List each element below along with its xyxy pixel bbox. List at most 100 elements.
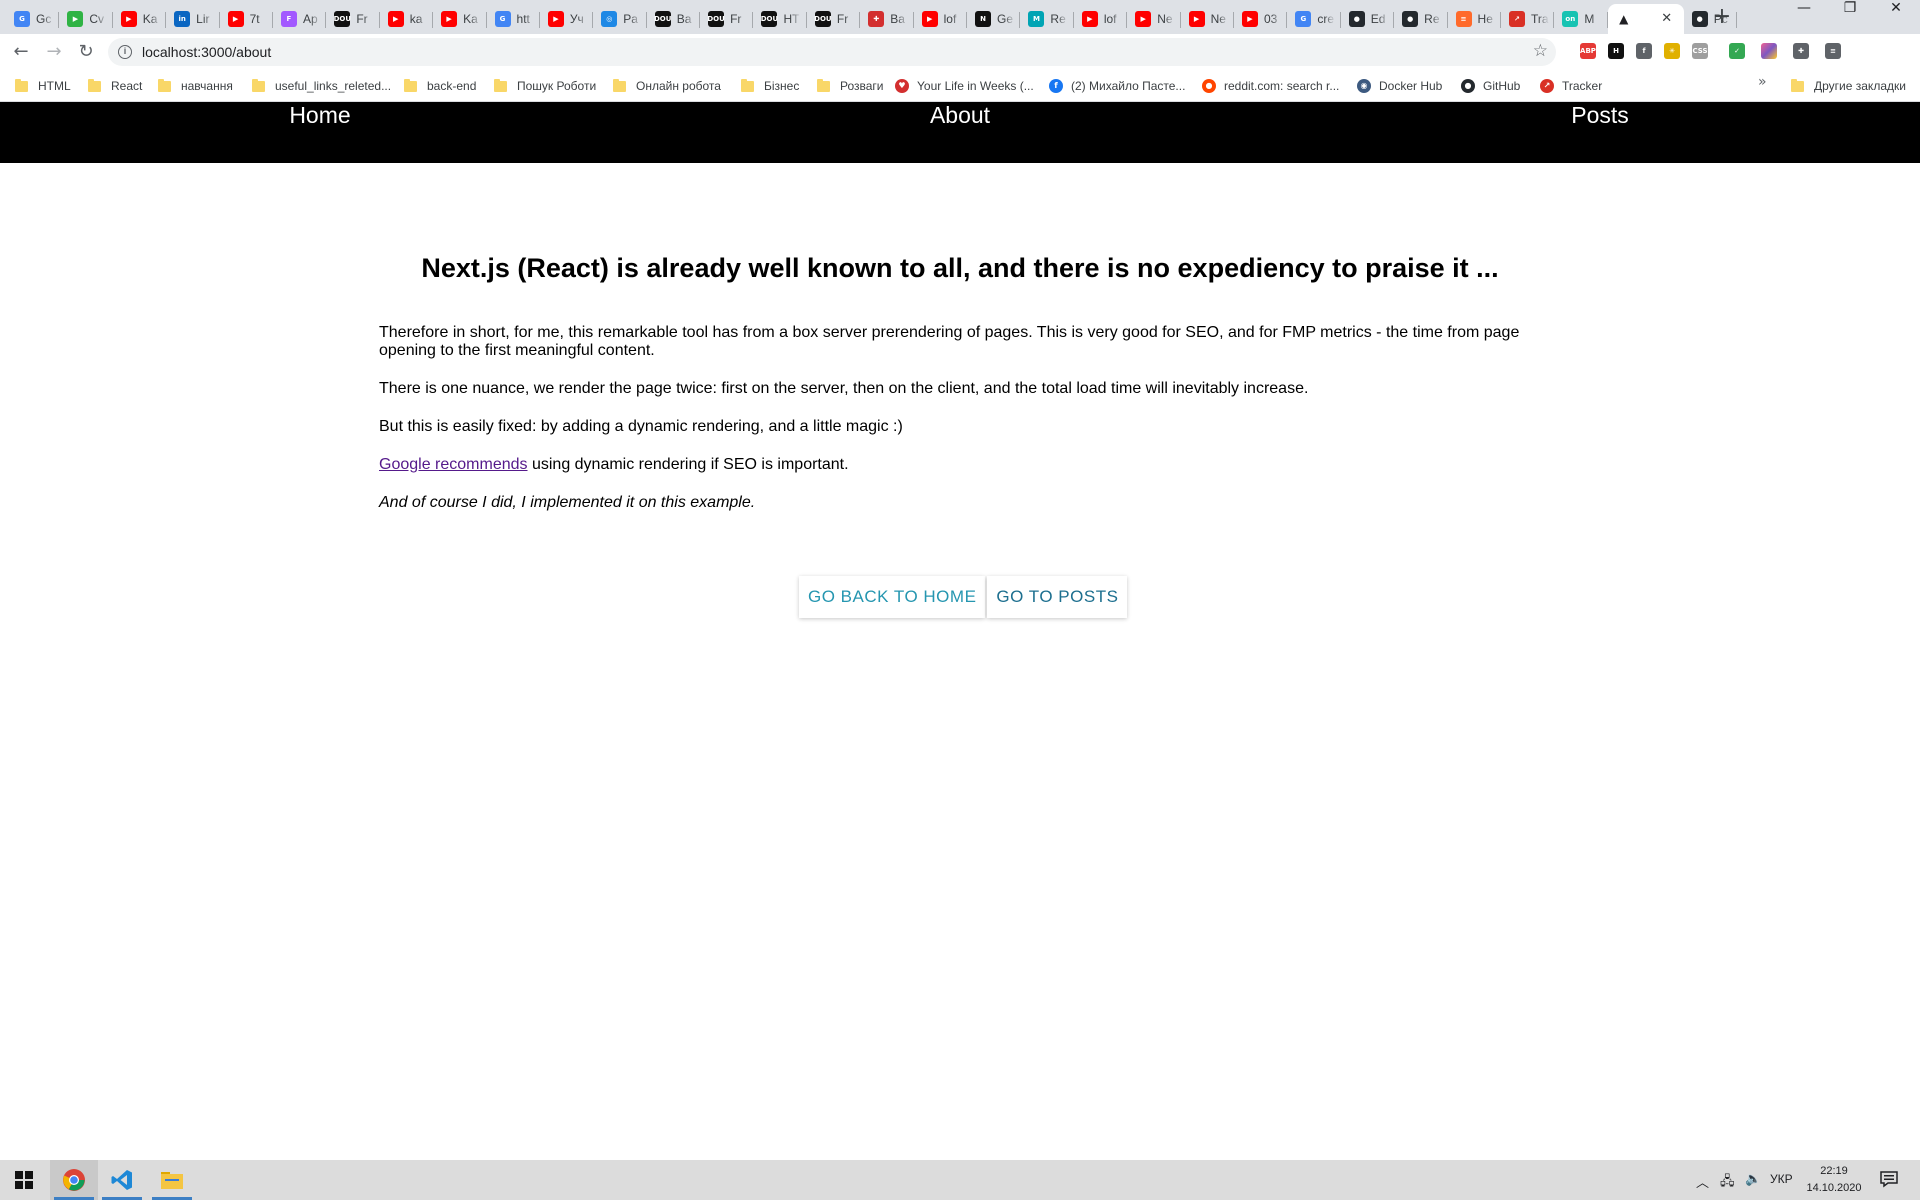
taskbar-clock[interactable]: 22:19 14.10.2020 xyxy=(1806,1163,1862,1197)
gradient-ext-icon[interactable] xyxy=(1761,43,1777,59)
nav-home-link[interactable]: Home xyxy=(0,102,640,163)
facebook-ext-icon[interactable]: f xyxy=(1636,43,1652,59)
tab-title: Уч xyxy=(569,12,584,26)
colorzilla-icon[interactable]: ✳ xyxy=(1664,43,1680,59)
address-bar[interactable]: i localhost:3000/about ☆ xyxy=(108,38,1556,66)
bookmark-item[interactable]: back-end xyxy=(404,77,476,95)
browser-tab[interactable]: ● Re xyxy=(1394,4,1448,34)
volume-icon[interactable]: 🔈 xyxy=(1745,1172,1761,1187)
bookmark-item[interactable]: React xyxy=(88,77,142,95)
new-tab-button[interactable]: + xyxy=(1708,4,1736,32)
bookmark-label: React xyxy=(111,79,143,93)
language-indicator[interactable]: УКР xyxy=(1770,1172,1793,1186)
browser-tab[interactable]: ▶ 7t xyxy=(220,4,273,34)
taskbar-vscode[interactable] xyxy=(98,1160,146,1200)
browser-tab[interactable]: G Gc xyxy=(6,4,60,34)
browser-tab[interactable]: ▶ ka xyxy=(380,4,434,34)
google-recommends-link[interactable]: Google recommends xyxy=(379,456,528,473)
go-back-home-button[interactable]: GO BACK TO HOME xyxy=(799,576,986,618)
taskbar-chrome[interactable] xyxy=(50,1160,98,1200)
bookmark-item[interactable]: ↗ Tracker xyxy=(1540,77,1602,95)
minimize-window-button[interactable]: — xyxy=(1781,0,1827,30)
forward-button[interactable]: → xyxy=(40,38,68,66)
bookmark-item[interactable]: Бізнес xyxy=(741,77,799,95)
shield-ext-icon[interactable]: ✓ xyxy=(1729,43,1745,59)
back-button[interactable]: ← xyxy=(7,38,35,66)
browser-tab[interactable]: M Re xyxy=(1020,4,1074,34)
folder-icon xyxy=(161,1172,183,1189)
go-to-posts-button[interactable]: GO TO POSTS xyxy=(987,576,1128,618)
reading-list-icon[interactable]: ≡ xyxy=(1825,43,1841,59)
taskbar-file-explorer[interactable] xyxy=(148,1160,196,1200)
browser-tab[interactable]: ▲ ✕ xyxy=(1607,4,1684,34)
tab-title: Fr xyxy=(356,12,368,26)
tab-title: Cv xyxy=(89,12,105,26)
windows-start-button[interactable] xyxy=(0,1160,48,1200)
network-icon[interactable]: 🖧 xyxy=(1720,1172,1735,1194)
bookmark-star-icon[interactable]: ☆ xyxy=(1533,41,1548,61)
bookmark-item[interactable]: ◉ Docker Hub xyxy=(1357,77,1442,95)
tab-title: Ba xyxy=(676,12,692,26)
paragraph-fix: But this is easily fixed: by adding a dy… xyxy=(379,418,903,435)
bookmark-item[interactable]: Онлайн робота xyxy=(613,77,721,95)
browser-tab[interactable]: ◎ Pa xyxy=(593,4,647,34)
action-center-icon xyxy=(1880,1171,1898,1188)
bookmark-item[interactable]: ♥ Your Life in Weeks (... xyxy=(895,77,1034,95)
site-info-icon[interactable]: i xyxy=(118,45,132,59)
browser-tab[interactable]: DOU Ba xyxy=(647,4,701,34)
bookmark-item[interactable]: ● GitHub xyxy=(1461,77,1520,95)
browser-tab[interactable]: ▶ Ka xyxy=(433,4,487,34)
tab-title: HT xyxy=(783,12,800,26)
browser-tab[interactable]: DOU Fr xyxy=(326,4,380,34)
tab-title: Lir xyxy=(196,12,210,26)
bookmark-item[interactable]: Пошук Роботи xyxy=(494,77,596,95)
browser-tab[interactable]: ▶ lof xyxy=(1074,4,1128,34)
browser-tab[interactable]: ● Ed xyxy=(1341,4,1395,34)
tab-list: G Gc ▶ Cv ▶ Ka in Lir ▶ 7t F Ap DOU Fr ▶ ka ▶ Ka Ghtt ▶ Уч ◎ P… xyxy=(6,4,1738,34)
browser-tab[interactable]: ▶ Cv xyxy=(59,4,113,34)
browser-tab[interactable]: F Ap xyxy=(273,4,327,34)
h-extension-icon[interactable]: H xyxy=(1608,43,1624,59)
tab-favicon-icon: ▶ xyxy=(1241,11,1258,27)
close-tab-icon[interactable]: ✕ xyxy=(1658,10,1676,28)
browser-tab[interactable]: ▶ Ka xyxy=(113,4,167,34)
browser-tab[interactable]: ✚ Ba xyxy=(860,4,914,34)
bookmark-item[interactable]: useful_links_releted... xyxy=(252,77,391,95)
browser-tab[interactable]: in Lir xyxy=(166,4,220,34)
grey-ext-icon[interactable]: CSS xyxy=(1692,43,1708,59)
bookmark-item[interactable]: HTML xyxy=(15,77,71,95)
nav-posts-link[interactable]: Posts xyxy=(1280,102,1920,163)
bookmark-item[interactable]: навчання xyxy=(158,77,233,95)
bookmark-item[interactable]: ● reddit.com: search r... xyxy=(1202,77,1339,95)
notifications-icon[interactable] xyxy=(1880,1170,1898,1192)
browser-tab[interactable]: DOU Fr xyxy=(700,4,754,34)
show-hidden-icons[interactable]: ︿ xyxy=(1696,1172,1709,1191)
browser-tab[interactable]: N Ge xyxy=(967,4,1021,34)
bookmark-favicon-icon: ♥ xyxy=(895,79,909,93)
action-buttons: GO BACK TO HOME GO TO POSTS xyxy=(799,576,1128,618)
bookmarks-overflow-icon[interactable]: » xyxy=(1758,74,1767,90)
other-bookmarks-folder[interactable]: Другие закладки xyxy=(1791,77,1906,95)
browser-tab[interactable]: ▶ Ne xyxy=(1181,4,1234,34)
bookmark-item[interactable]: Розваги xyxy=(817,77,884,95)
browser-tab[interactable]: DOU HT xyxy=(753,4,807,34)
browser-tab[interactable]: ≡ He xyxy=(1448,4,1501,34)
browser-tab[interactable]: on M xyxy=(1554,4,1608,34)
browser-tab[interactable]: Gcre xyxy=(1287,4,1341,34)
restore-window-button[interactable]: ❐ xyxy=(1827,0,1873,30)
address-url[interactable]: localhost:3000/about xyxy=(142,44,271,60)
browser-tab[interactable]: ↗ Tra xyxy=(1501,4,1555,34)
bookmark-item[interactable]: f (2) Михайло Пасте... xyxy=(1049,77,1185,95)
tab-favicon-icon: ◎ xyxy=(601,11,618,27)
reload-button[interactable]: ↻ xyxy=(72,38,100,66)
browser-tab[interactable]: ▶ Ne xyxy=(1127,4,1181,34)
nav-about-link[interactable]: About xyxy=(640,102,1280,163)
adblock-icon[interactable]: ABP xyxy=(1580,43,1596,59)
browser-tab[interactable]: ▶ 03 xyxy=(1234,4,1288,34)
browser-tab[interactable]: DOU Fr xyxy=(807,4,861,34)
puzzle-icon[interactable]: ✚ xyxy=(1793,43,1809,59)
browser-tab[interactable]: Ghtt xyxy=(487,4,540,34)
browser-tab[interactable]: ▶ Уч xyxy=(540,4,594,34)
browser-tab[interactable]: ▶ lof xyxy=(914,4,968,34)
close-window-button[interactable]: ✕ xyxy=(1873,0,1919,30)
